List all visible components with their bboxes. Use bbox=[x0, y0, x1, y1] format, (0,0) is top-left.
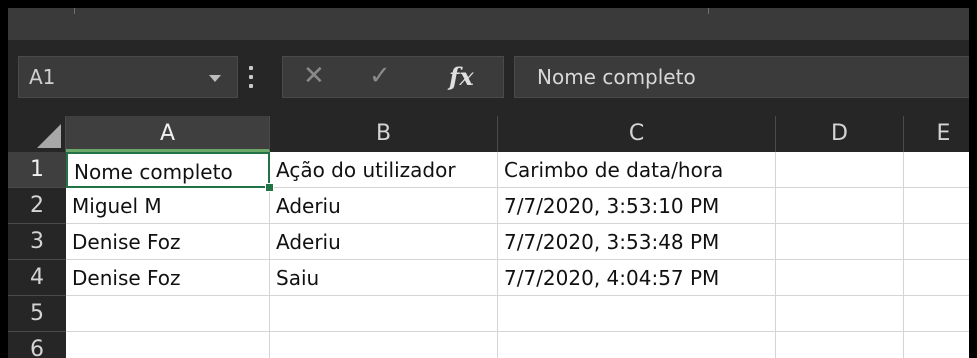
column-header-b[interactable]: B bbox=[270, 116, 498, 152]
checkmark-icon[interactable]: ✓ bbox=[369, 61, 391, 91]
cell-a1[interactable]: Nome completo bbox=[66, 152, 270, 188]
cell-e6[interactable] bbox=[904, 332, 969, 358]
cell-a2[interactable]: Miguel M bbox=[66, 188, 270, 224]
fill-handle[interactable] bbox=[265, 183, 274, 192]
cell-b4[interactable]: Saiu bbox=[270, 260, 498, 296]
cell-c2[interactable]: 7/7/2020, 3:53:10 PM bbox=[498, 188, 776, 224]
cell-d4[interactable] bbox=[776, 260, 904, 296]
name-box-value: A1 bbox=[29, 65, 56, 89]
cell-a4[interactable]: Denise Foz bbox=[66, 260, 270, 296]
select-all-button[interactable] bbox=[8, 116, 66, 152]
row-header-3[interactable]: 3 bbox=[8, 224, 66, 260]
cell-b3[interactable]: Aderiu bbox=[270, 224, 498, 260]
cell-c1[interactable]: Carimbo de data/hora bbox=[498, 152, 776, 188]
cell-b5[interactable] bbox=[270, 296, 498, 332]
cell-d3[interactable] bbox=[776, 224, 904, 260]
cell-d5[interactable] bbox=[776, 296, 904, 332]
cell-e5[interactable] bbox=[904, 296, 969, 332]
cell-c6[interactable] bbox=[498, 332, 776, 358]
cell-b1[interactable]: Ação do utilizador bbox=[270, 152, 498, 188]
formula-bar: A1 ✕ ✓ fx Nome completo bbox=[8, 40, 969, 116]
name-box[interactable]: A1 bbox=[18, 56, 238, 98]
row-header-1[interactable]: 1 bbox=[8, 152, 66, 188]
formula-value: Nome completo bbox=[537, 65, 696, 89]
column-header-c[interactable]: C bbox=[498, 116, 776, 152]
row-header-6[interactable]: 6 bbox=[8, 332, 66, 358]
column-header-a[interactable]: A bbox=[66, 116, 270, 152]
cell-c5[interactable] bbox=[498, 296, 776, 332]
row-header-2[interactable]: 2 bbox=[8, 188, 66, 224]
cell-b6[interactable] bbox=[270, 332, 498, 358]
cell-a3[interactable]: Denise Foz bbox=[66, 224, 270, 260]
row-header-5[interactable]: 5 bbox=[8, 296, 66, 332]
chevron-down-icon[interactable] bbox=[209, 75, 221, 82]
formula-input[interactable]: Nome completo bbox=[514, 56, 969, 98]
ribbon-strip bbox=[8, 8, 969, 40]
insert-function-icon[interactable]: fx bbox=[449, 62, 474, 91]
cell-a5[interactable] bbox=[66, 296, 270, 332]
cell-a6[interactable] bbox=[66, 332, 270, 358]
cell-c4[interactable]: 7/7/2020, 4:04:57 PM bbox=[498, 260, 776, 296]
excel-window: A1 ✕ ✓ fx Nome completo A B C D E 1 Nome compl… bbox=[8, 8, 969, 358]
cell-e1[interactable] bbox=[904, 152, 969, 188]
cell-e4[interactable] bbox=[904, 260, 969, 296]
cell-d2[interactable] bbox=[776, 188, 904, 224]
cell-c3[interactable]: 7/7/2020, 3:53:48 PM bbox=[498, 224, 776, 260]
column-header-e[interactable]: E bbox=[904, 116, 969, 152]
close-icon[interactable]: ✕ bbox=[303, 61, 325, 91]
vertical-dots-icon[interactable] bbox=[248, 62, 254, 92]
cell-d1[interactable] bbox=[776, 152, 904, 188]
cell-e2[interactable] bbox=[904, 188, 969, 224]
cell-d6[interactable] bbox=[776, 332, 904, 358]
row-header-4[interactable]: 4 bbox=[8, 260, 66, 296]
column-header-d[interactable]: D bbox=[776, 116, 904, 152]
cell-e3[interactable] bbox=[904, 224, 969, 260]
cell-b2[interactable]: Aderiu bbox=[270, 188, 498, 224]
formula-buttons: ✕ ✓ fx bbox=[282, 56, 504, 98]
spreadsheet-grid: A B C D E 1 Nome completo Ação do utilizador Car… bbox=[8, 116, 969, 358]
